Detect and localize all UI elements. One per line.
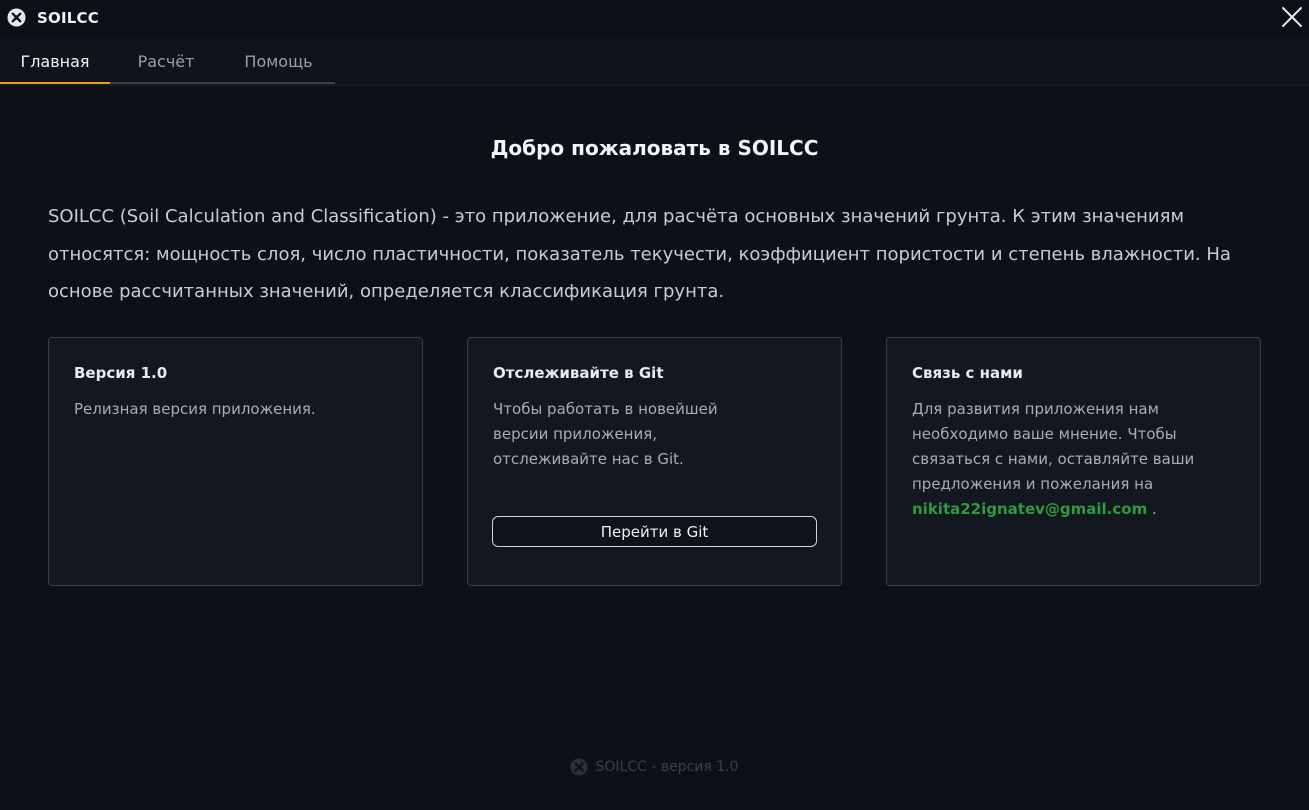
version-card-text: Релизная версия приложения. — [74, 400, 316, 418]
app-title: SOILCC — [37, 9, 99, 27]
contact-card: Связь с нами Для развития приложения нам… — [886, 337, 1261, 586]
footer-logo-icon — [570, 758, 589, 776]
page-title: Добро пожаловать в SOILCC — [490, 136, 819, 160]
contact-card-text: Для развития приложения нам необходимо в… — [912, 397, 1227, 522]
tab-help[interactable]: Помощь — [222, 37, 335, 85]
tab-calculation-label: Расчёт — [137, 51, 195, 71]
contact-card-description: Для развития приложения нам необходимо в… — [912, 400, 1195, 493]
version-card-title: Версия 1.0 — [74, 364, 168, 382]
app-logo-icon — [7, 8, 26, 27]
tab-bar: Главная Расчёт Помощь — [0, 37, 1309, 86]
footer-version-text: SOILCC - версия 1.0 — [595, 759, 739, 775]
contact-email-link[interactable]: nikita22ignatev@gmail.com — [912, 500, 1147, 518]
tab-help-label: Помощь — [244, 51, 313, 71]
tab-help-indicator — [222, 82, 335, 84]
tab-calculation[interactable]: Расчёт — [110, 37, 222, 85]
git-card-text: Чтобы работать в новейшей версии приложе… — [493, 400, 718, 468]
title-bar: SOILCC — [0, 0, 1309, 36]
git-card: Отслеживайте в Git Чтобы работать в нове… — [467, 337, 842, 586]
git-card-title: Отслеживайте в Git — [493, 364, 664, 382]
tab-calculation-indicator — [110, 82, 222, 84]
version-card: Версия 1.0 Релизная версия приложения. — [48, 337, 423, 586]
tab-home-indicator — [0, 82, 110, 84]
go-to-git-button[interactable]: Перейти в Git — [492, 516, 817, 547]
tab-home-label: Главная — [20, 51, 90, 71]
footer: SOILCC - версия 1.0 — [0, 758, 1309, 776]
close-icon[interactable] — [1279, 4, 1305, 30]
tab-home[interactable]: Главная — [0, 37, 110, 85]
intro-text: SOILCC (Soil Calculation and Classificat… — [48, 206, 1231, 302]
contact-card-title: Связь с нами — [912, 364, 1023, 382]
contact-card-period: . — [1147, 500, 1157, 518]
